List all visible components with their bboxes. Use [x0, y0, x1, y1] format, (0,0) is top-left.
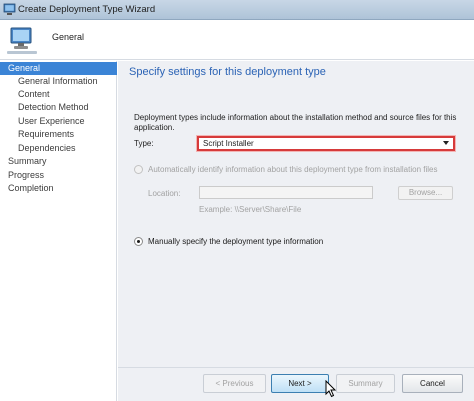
manual-specify-label: Manually specify the deployment type inf… [148, 237, 324, 246]
window-title: Create Deployment Type Wizard [18, 4, 156, 15]
location-label: Location: [148, 189, 181, 198]
nav-item-progress[interactable]: Progress [0, 169, 117, 182]
nav-item-content[interactable]: Content [0, 88, 117, 101]
type-label: Type: [134, 139, 154, 148]
previous-button[interactable]: < Previous [203, 374, 266, 393]
next-button[interactable]: Next > [271, 374, 329, 393]
browse-button[interactable]: Browse... [398, 186, 453, 200]
intro-text: Deployment types include information abo… [134, 113, 457, 132]
header-title: General [52, 32, 85, 42]
radio-selected-dot [137, 240, 140, 243]
computer-network-icon [7, 27, 37, 54]
auto-identify-label: Automatically identify information about… [148, 165, 438, 174]
manual-specify-radio[interactable] [134, 237, 143, 246]
computer-icon [3, 3, 16, 15]
dropdown-arrow-icon[interactable] [443, 141, 449, 145]
location-example: Example: \\Server\Share\File [199, 205, 302, 214]
page-heading: Specify settings for this deployment typ… [129, 66, 326, 78]
nav-item-dependencies[interactable]: Dependencies [0, 142, 117, 155]
location-input[interactable] [199, 186, 373, 199]
cancel-button[interactable]: Cancel [402, 374, 463, 393]
nav-item-summary[interactable]: Summary [0, 155, 117, 168]
wizard-footer: < Previous Next > Summary Cancel [118, 367, 474, 401]
wizard-nav: General General Information Content Dete… [0, 61, 117, 401]
nav-item-detection-method[interactable]: Detection Method [0, 101, 117, 114]
type-dropdown-value: Script Installer [203, 139, 254, 148]
nav-item-general[interactable]: General [0, 62, 117, 75]
type-dropdown[interactable]: Script Installer [197, 136, 455, 151]
summary-button[interactable]: Summary [336, 374, 395, 393]
auto-identify-radio[interactable] [134, 165, 143, 174]
nav-item-general-information[interactable]: General Information [0, 75, 117, 88]
wizard-header: General [0, 20, 474, 60]
nav-item-user-experience[interactable]: User Experience [0, 115, 117, 128]
nav-item-completion[interactable]: Completion [0, 182, 117, 195]
wizard-content: Specify settings for this deployment typ… [118, 61, 474, 367]
nav-item-requirements[interactable]: Requirements [0, 128, 117, 141]
title-bar: Create Deployment Type Wizard [0, 0, 474, 20]
mouse-pointer-icon [325, 380, 337, 398]
